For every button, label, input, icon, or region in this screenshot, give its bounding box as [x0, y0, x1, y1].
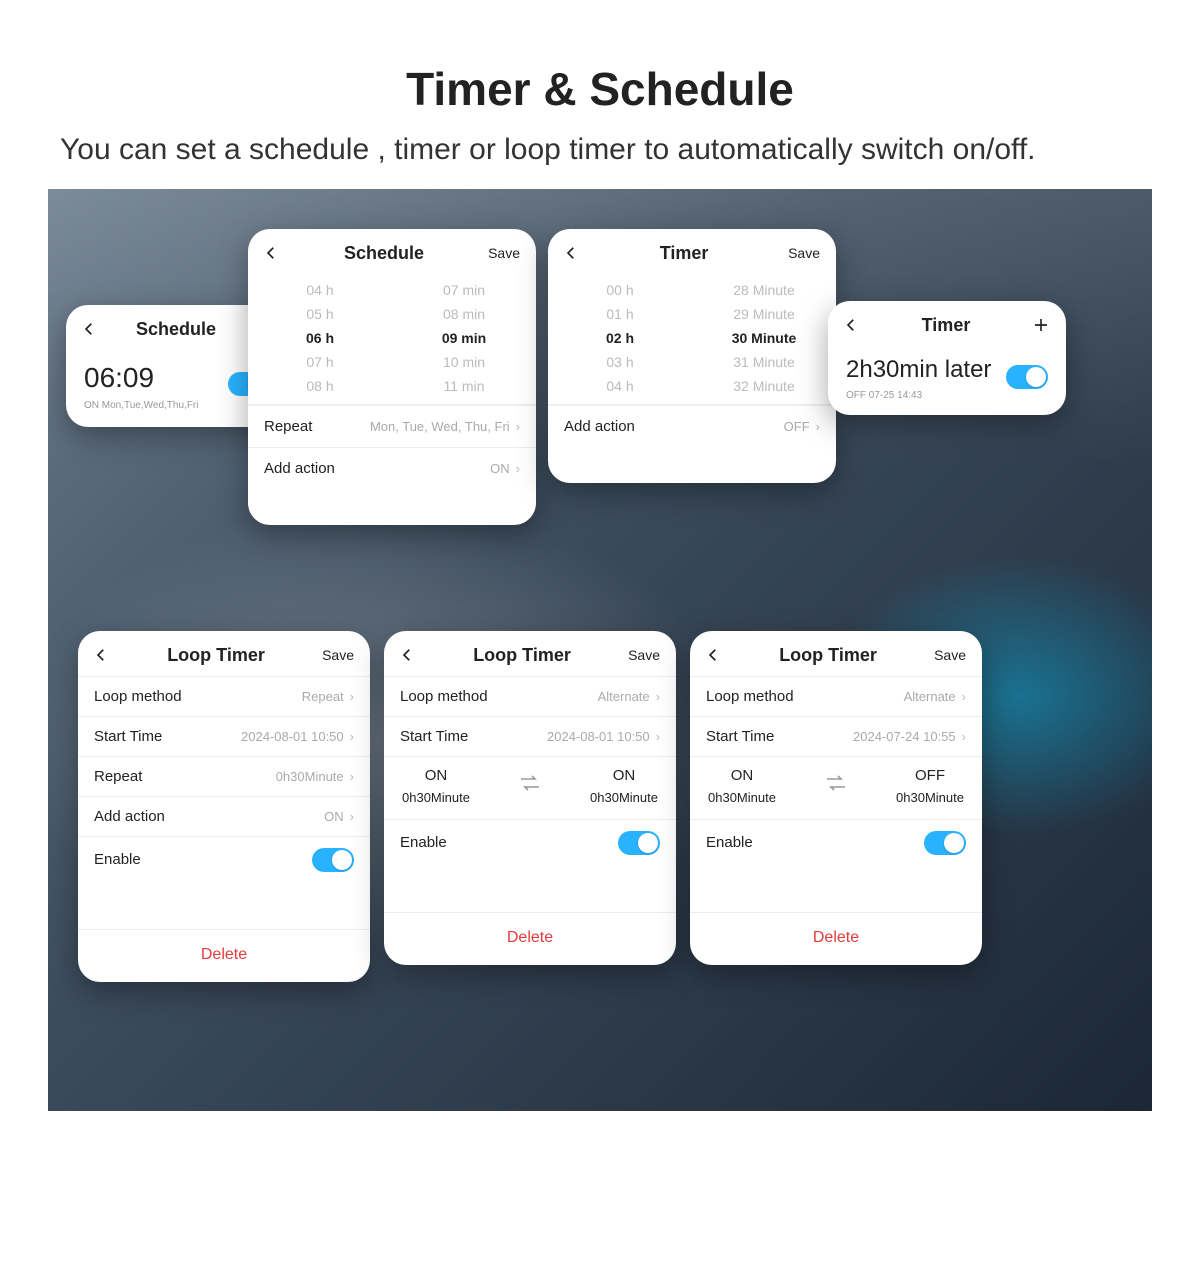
start-time-row[interactable]: Start Time 2024-08-01 10:50›	[384, 716, 676, 756]
chevron-right-icon: ›	[350, 729, 354, 744]
start-time-row[interactable]: Start Time 2024-08-01 10:50›	[78, 716, 370, 756]
loop-method-row[interactable]: Loop method Alternate›	[384, 676, 676, 716]
back-icon[interactable]	[704, 646, 722, 664]
timer-list-card: Timer 2h30min later OFF 07-25 14:43	[828, 301, 1066, 415]
loop-method-row[interactable]: Loop method Alternate›	[690, 676, 982, 716]
chevron-right-icon: ›	[816, 419, 820, 434]
enable-toggle[interactable]	[924, 831, 966, 855]
card-title: Timer	[580, 243, 788, 264]
time-picker[interactable]: 00 h 01 h 02 h 03 h 04 h 28 Minute 29 Mi…	[548, 274, 836, 405]
card-title: Timer	[860, 315, 1032, 336]
page-subtitle: You can set a schedule , timer or loop t…	[60, 130, 1130, 171]
back-icon[interactable]	[92, 646, 110, 664]
back-icon[interactable]	[842, 316, 860, 334]
timer-edit-card: Timer Save 00 h 01 h 02 h 03 h 04 h 28 M…	[548, 229, 836, 483]
schedule-edit-card: Schedule Save 04 h 05 h 06 h 07 h 08 h 0…	[248, 229, 536, 525]
enable-toggle[interactable]	[312, 848, 354, 872]
left-duration: 0h30Minute	[402, 790, 470, 805]
repeat-row[interactable]: Repeat Mon, Tue, Wed, Thu, Fri›	[248, 405, 536, 447]
delete-button[interactable]: Delete	[384, 912, 676, 965]
chevron-right-icon: ›	[962, 689, 966, 704]
right-state: OFF	[896, 767, 964, 784]
back-icon[interactable]	[262, 244, 280, 262]
enable-row: Enable	[384, 819, 676, 866]
repeat-row[interactable]: Repeat 0h30Minute›	[78, 756, 370, 796]
schedule-status: ON Mon,Tue,Wed,Thu,Fri	[84, 400, 198, 411]
page-title: Timer & Schedule	[0, 62, 1200, 116]
chevron-right-icon: ›	[516, 461, 520, 476]
card-title: Schedule	[98, 319, 254, 340]
left-duration: 0h30Minute	[708, 790, 776, 805]
right-state: ON	[590, 767, 658, 784]
back-icon[interactable]	[562, 244, 580, 262]
card-title: Loop Timer	[416, 645, 628, 666]
card-title: Schedule	[280, 243, 488, 264]
chevron-right-icon: ›	[350, 769, 354, 784]
card-title: Loop Timer	[722, 645, 934, 666]
save-button[interactable]: Save	[322, 647, 354, 663]
left-state: ON	[708, 767, 776, 784]
delete-button[interactable]: Delete	[78, 929, 370, 982]
hour-column[interactable]: 00 h 01 h 02 h 03 h 04 h	[548, 282, 692, 394]
back-icon[interactable]	[398, 646, 416, 664]
chevron-right-icon: ›	[350, 689, 354, 704]
loop-icon	[823, 773, 849, 798]
add-action-row[interactable]: Add action OFF›	[548, 405, 836, 447]
start-time-row[interactable]: Start Time 2024-07-24 10:55›	[690, 716, 982, 756]
loop-timer-card-repeat: Loop Timer Save Loop method Repeat› Star…	[78, 631, 370, 982]
save-button[interactable]: Save	[788, 245, 820, 261]
chevron-right-icon: ›	[656, 729, 660, 744]
left-state: ON	[402, 767, 470, 784]
save-button[interactable]: Save	[488, 245, 520, 261]
enable-row: Enable	[690, 819, 982, 866]
save-button[interactable]: Save	[628, 647, 660, 663]
loop-timer-card-alternate-2: Loop Timer Save Loop method Alternate› S…	[690, 631, 982, 965]
chevron-right-icon: ›	[656, 689, 660, 704]
hour-column[interactable]: 04 h 05 h 06 h 07 h 08 h	[248, 282, 392, 394]
chevron-right-icon: ›	[350, 809, 354, 824]
timer-main-text: 2h30min later	[846, 356, 991, 384]
timer-sub-text: OFF 07-25 14:43	[846, 390, 991, 401]
alternate-row[interactable]: ON 0h30Minute ON 0h30Minute	[384, 756, 676, 819]
schedule-time: 06:09	[84, 362, 198, 394]
add-icon[interactable]	[1032, 316, 1050, 334]
add-action-row[interactable]: Add action ON›	[248, 447, 536, 489]
timer-toggle[interactable]	[1006, 365, 1048, 389]
add-action-row[interactable]: Add action ON›	[78, 796, 370, 836]
right-duration: 0h30Minute	[896, 790, 964, 805]
save-button[interactable]: Save	[934, 647, 966, 663]
loop-icon	[517, 773, 543, 798]
delete-button[interactable]: Delete	[690, 912, 982, 965]
minute-column[interactable]: 07 min 08 min 09 min 10 min 11 min	[392, 282, 536, 394]
enable-row: Enable	[78, 836, 370, 883]
enable-toggle[interactable]	[618, 831, 660, 855]
chevron-right-icon: ›	[962, 729, 966, 744]
showcase-area: Schedule 06:09 ON Mon,Tue,Wed,Thu,Fri Sc…	[48, 189, 1152, 1111]
loop-method-row[interactable]: Loop method Repeat›	[78, 676, 370, 716]
chevron-right-icon: ›	[516, 419, 520, 434]
loop-timer-card-alternate-1: Loop Timer Save Loop method Alternate› S…	[384, 631, 676, 965]
time-picker[interactable]: 04 h 05 h 06 h 07 h 08 h 07 min 08 min 0…	[248, 274, 536, 405]
minute-column[interactable]: 28 Minute 29 Minute 30 Minute 31 Minute …	[692, 282, 836, 394]
card-title: Loop Timer	[110, 645, 322, 666]
right-duration: 0h30Minute	[590, 790, 658, 805]
alternate-row[interactable]: ON 0h30Minute OFF 0h30Minute	[690, 756, 982, 819]
back-icon[interactable]	[80, 320, 98, 338]
